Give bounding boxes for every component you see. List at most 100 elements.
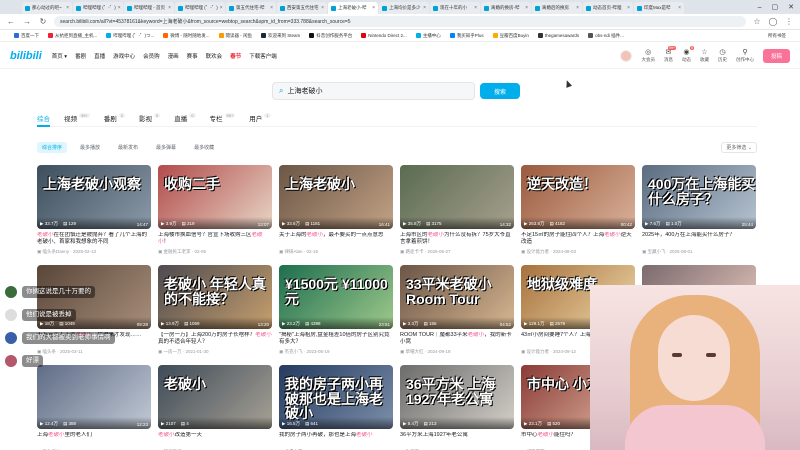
browser-tab[interactable]: 那心动过的吧~ ×	[22, 2, 72, 14]
browser-tab[interactable]: 现在十年的小 ×	[430, 2, 480, 14]
category-tab[interactable]: 用户 1	[249, 113, 271, 127]
video-title[interactable]: 上海楼市换血信号？官宣下场收购三区老破小！	[158, 232, 272, 246]
video-title[interactable]: 关于上海的老破小，最不要买的一点点意思	[279, 232, 393, 246]
bilibili-logo[interactable]: bilibili	[10, 50, 42, 62]
tab-close-icon[interactable]: ×	[627, 5, 630, 11]
header-history-button[interactable]: ◷ 历史	[718, 48, 727, 63]
video-title[interactable]: 不足15㎡的房子能住四个人？上海老破小逆天改造	[521, 232, 635, 246]
header-nav-item[interactable]: 首页 ▾	[52, 52, 67, 60]
video-thumbnail[interactable]: 收购二手 ▶ 3.9万 ▤ 219 13:07	[158, 165, 272, 229]
video-card[interactable]: 收购二手 ▶ 3.9万 ▤ 219 13:07 上海楼市换血信号？官宣下场收购三区老破小…	[158, 165, 272, 255]
video-title[interactable]: 【一房一万】上海200万的房子长啥样？老破小真的不适合年轻人？	[158, 332, 272, 346]
video-card[interactable]: 老破小▶ 2107▤ 4老破小改造第一天▣ 装修日记 · 2025-01-20	[158, 365, 272, 450]
bookmark-item[interactable]: 主播中心	[415, 33, 441, 39]
category-tab[interactable]: 影视 0	[139, 113, 161, 127]
bookmark-item[interactable]: 抖音创作服务平台	[309, 33, 352, 39]
bookmark-item[interactable]: Nintendo Direct 2...	[361, 33, 407, 38]
header-nav-item[interactable]: 会员购	[143, 52, 160, 60]
header-nav-item[interactable]: 漫画	[168, 52, 179, 60]
bookmark-item[interactable]: obs-ndi 插件...	[588, 33, 624, 39]
tab-close-icon[interactable]: ×	[66, 5, 69, 11]
header-nav-item[interactable]: 春节	[230, 52, 241, 60]
header-vip-button[interactable]: ◎ 大会员	[641, 48, 655, 63]
video-title[interactable]: 2025年，400万在上海能买什么房子？	[642, 232, 756, 246]
search-input[interactable]: ⌕ 上海老破小	[272, 82, 475, 100]
category-tab[interactable]: 番剧 0	[104, 113, 126, 127]
header-nav-item[interactable]: 联欢会	[206, 52, 223, 60]
sort-option[interactable]: 综合排序	[37, 141, 68, 153]
video-author[interactable]: 路徒卡卡	[406, 249, 424, 254]
star-icon[interactable]: ☆	[752, 17, 762, 26]
bookmark-item[interactable]: 閲读器 - 闲鱼	[218, 33, 252, 39]
tab-close-icon[interactable]: ×	[423, 5, 426, 11]
tab-close-icon[interactable]: ×	[372, 5, 375, 11]
video-thumbnail[interactable]: 33平米老破小 Room Tour ▶ 3.3万 ▤ 156 04:52	[400, 265, 514, 329]
browser-tab[interactable]: 哔哩哔哩 - 首页 ×	[124, 2, 174, 14]
video-card[interactable]: 老破小 年轻人真的不能接？ ▶ 13.9万 ▤ 1059 13:20 【一房一万】上海2…	[158, 265, 272, 355]
category-tab[interactable]: 专栏 99+	[210, 113, 236, 127]
video-title[interactable]: 我的房子两小再破，那也是上海老破小	[279, 432, 393, 446]
tab-close-icon[interactable]: ×	[270, 5, 273, 11]
bookmark-item[interactable]: 从抗拒到直播_主机...	[48, 33, 97, 39]
video-author[interactable]: 宝藏小飞	[648, 249, 666, 254]
bookmark-item[interactable]: 微博 - 随时随地发...	[163, 33, 210, 39]
close-icon[interactable]: ✕	[788, 3, 794, 11]
bookmark-item[interactable]: 百度一下	[14, 33, 39, 39]
video-thumbnail[interactable]: 逆天改造！ ▶ 263.8万 ▤ 4182 00:42	[521, 165, 635, 229]
tab-close-icon[interactable]: ×	[168, 5, 171, 11]
video-thumbnail[interactable]: 我的房子两小再破那也是上海老破小 ▶ 16.5万 ▤ 641	[279, 365, 393, 429]
tab-close-icon[interactable]: ×	[220, 5, 223, 11]
tab-close-icon[interactable]: ×	[525, 5, 528, 11]
sort-option[interactable]: 最多弹幕	[151, 142, 181, 153]
browser-tab[interactable]: 第五代住宅-哔 ×	[226, 2, 276, 14]
video-thumbnail[interactable]: ▶ 35.8万 ▤ 3175 14:32	[400, 165, 514, 229]
video-card[interactable]: ¥1500元 ¥11000元 ▶ 23.2万 ▤ 4398 23:51 "揭秘"上海租房…	[279, 265, 393, 355]
video-author[interactable]: 嗑头条Danny	[43, 249, 70, 254]
video-title[interactable]: 上海市区的老破小为什么没有拆？75岁大爷直言拿着煎饼！	[400, 232, 514, 246]
category-tab[interactable]: 直播 0	[174, 113, 196, 127]
video-card[interactable]: ▶ 35.8万 ▤ 3175 14:32 上海市区的老破小为什么没有拆？75岁大爷直言…	[400, 165, 514, 255]
header-nav-item[interactable]: 直播	[94, 52, 105, 60]
video-title[interactable]: 老破小改造第一天	[158, 432, 272, 446]
forward-icon[interactable]: →	[22, 17, 32, 26]
video-title[interactable]: "揭秘"上海租房,盘金租差10倍的房子区别究竟有多大？	[279, 332, 393, 346]
video-card[interactable]: 逆天改造！ ▶ 263.8万 ▤ 4182 00:42 不足15㎡的房子能住四个人？上海…	[521, 165, 635, 255]
header-nav-item[interactable]: 番剧	[75, 52, 86, 60]
bookmark-item[interactable]: 哔哩哔哩 (゜-゜)つ...	[106, 33, 154, 39]
header-nav-item[interactable]: 游戏中心	[113, 52, 135, 60]
browser-tab[interactable]: 西安第五代住宅 ×	[277, 2, 327, 14]
browser-tab[interactable]: 印度Max是哔 ×	[634, 2, 684, 14]
video-thumbnail[interactable]: 400万在上海能买什么房子？ ▶ 7.6万 ▤ 1.0万 25:44	[642, 165, 756, 229]
tab-close-icon[interactable]: ×	[678, 5, 681, 11]
video-title[interactable]: 36平方米上海1927年老公寓	[400, 432, 514, 446]
category-tab[interactable]: 综合	[37, 113, 50, 127]
header-message-button[interactable]: ✉ 消息 99+	[664, 46, 676, 63]
video-thumbnail[interactable]: 36平方米 上海1927年老公寓 ▶ 8.4万 ▤ 213	[400, 365, 514, 429]
video-thumbnail[interactable]: 老破小 年轻人真的不能接？ ▶ 13.9万 ▤ 1059 13:20	[158, 265, 272, 329]
video-author[interactable]: 一房一万	[164, 349, 182, 354]
maximize-icon[interactable]: ▢	[772, 3, 779, 11]
sort-option[interactable]: 最多收藏	[189, 142, 219, 153]
video-thumbnail[interactable]: 上海老破小 ▶ 33.6万 ▤ 1181 16:41	[279, 165, 393, 229]
bookmark-item[interactable]: 豆瓣百度Buyin	[492, 33, 529, 39]
minimize-icon[interactable]: –	[758, 4, 762, 11]
upload-button[interactable]: 投稿	[762, 48, 790, 63]
sort-option[interactable]: 最多播放	[75, 142, 105, 153]
video-author[interactable]: 设计能力者	[527, 349, 550, 354]
browser-tab[interactable]: 哔哩哔哩 (゜-゜) ×	[73, 2, 123, 14]
search-button[interactable]: 搜索	[480, 83, 520, 99]
video-author[interactable]: 设计能力者	[527, 249, 550, 254]
video-card[interactable]: 上海老破小 ▶ 33.6万 ▤ 1181 16:41 关于上海的老破小，最不要买的一点点…	[279, 165, 393, 255]
browser-tab[interactable]: 上海均价是多少 ×	[379, 2, 429, 14]
video-author[interactable]: 律研Alan	[285, 249, 303, 254]
video-card[interactable]: 33平米老破小 Room Tour ▶ 3.3万 ▤ 156 04:52 ROOM TO…	[400, 265, 514, 355]
tab-close-icon[interactable]: ×	[474, 5, 477, 11]
video-author[interactable]: 杰克小飞	[285, 349, 303, 354]
browser-tab[interactable]: 动态首页-哔哩 ×	[583, 2, 633, 14]
user-avatar[interactable]	[620, 49, 633, 62]
browser-tab[interactable]: 哔哩哔哩 (゜-゜) ×	[175, 2, 225, 14]
bookmark-item[interactable]: 我买知乎Plus	[449, 33, 484, 39]
browser-tab[interactable]: 离婚后的换房 ×	[532, 2, 582, 14]
all-bookmarks[interactable]: 所有书签	[768, 33, 786, 39]
profile-icon[interactable]: ◯	[768, 17, 778, 26]
